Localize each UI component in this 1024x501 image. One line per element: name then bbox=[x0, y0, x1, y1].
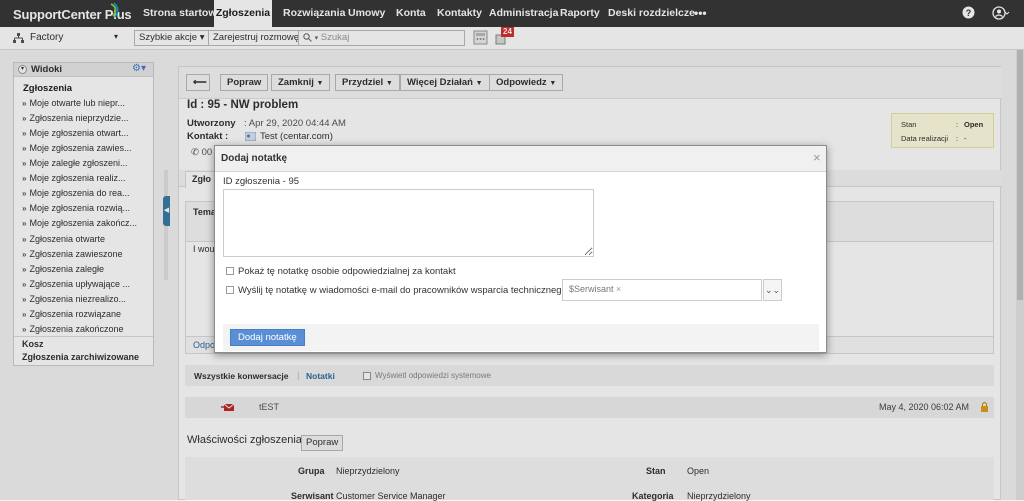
dialog-header: Dodaj notatkę × bbox=[215, 146, 826, 172]
recipient-token[interactable]: $Serwisant × bbox=[569, 284, 621, 294]
add-note-dialog: Dodaj notatkę × ID zgłoszenia - 95 Pokaż… bbox=[214, 145, 827, 353]
note-textarea[interactable] bbox=[223, 189, 594, 257]
remove-token-icon[interactable]: × bbox=[616, 284, 621, 294]
email-engineers-label: Wyślij tę notatkę w wiadomości e-mail do… bbox=[238, 285, 567, 296]
close-icon[interactable]: × bbox=[813, 150, 821, 165]
recipients-dropdown-icon[interactable]: ⌄⌄ bbox=[763, 279, 782, 301]
dialog-footer: Dodaj notatkę bbox=[223, 324, 819, 351]
show-to-owner-checkbox[interactable] bbox=[226, 267, 234, 275]
dialog-title: Dodaj notatkę bbox=[221, 153, 288, 164]
recipient-token-label: $Serwisant bbox=[569, 284, 614, 294]
show-to-owner-label: Pokaż tę notatkę osobie odpowiedzialnej … bbox=[238, 266, 456, 277]
recipients-input[interactable]: $Serwisant × bbox=[562, 279, 762, 301]
add-note-submit-button[interactable]: Dodaj notatkę bbox=[230, 329, 305, 346]
ticket-id-label: ID zgłoszenia - 95 bbox=[223, 176, 300, 187]
email-engineers-checkbox[interactable] bbox=[226, 286, 234, 294]
